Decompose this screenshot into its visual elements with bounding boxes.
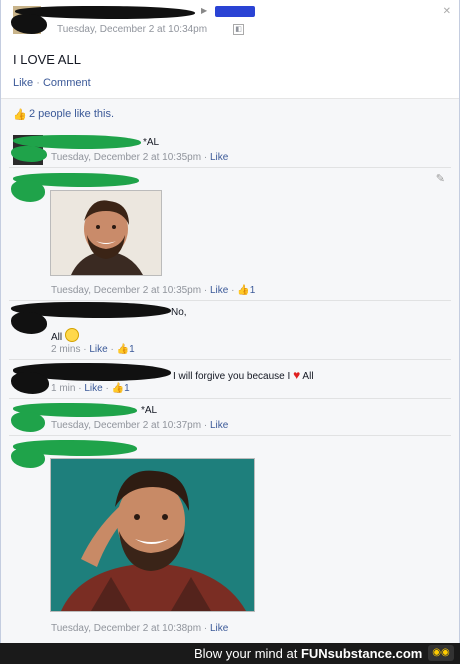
comment-meta: 1 min · Like · 👍1 — [51, 383, 130, 394]
comment-time[interactable]: Tuesday, December 2 at 10:35pm — [51, 152, 201, 163]
comment-text: *AL — [143, 137, 160, 148]
comment-text: No, — [171, 307, 187, 318]
pencil-icon[interactable]: ✎ — [436, 172, 445, 185]
comment-text: *AL — [141, 405, 158, 416]
comment-like-link[interactable]: Like — [210, 420, 228, 431]
post-text: I LOVE ALL — [13, 52, 81, 67]
separator: · — [83, 344, 87, 355]
comment-meta: Tuesday, December 2 at 10:37pm · Like — [51, 420, 228, 431]
divider — [9, 300, 451, 301]
site-logo-icon: ◉◉ — [428, 645, 454, 661]
comment-text-line2: All — [51, 328, 79, 343]
comment-meta: Tuesday, December 2 at 10:35pm · Like — [51, 152, 228, 163]
man-saluting-photo — [51, 459, 254, 611]
comment-text: I will forgive you because I ♥ All — [173, 368, 314, 382]
comment-like-link[interactable]: Like — [210, 152, 228, 163]
comment-like-link[interactable]: Like — [210, 285, 228, 296]
comment-time[interactable]: Tuesday, December 2 at 10:35pm — [51, 285, 201, 296]
likes-summary-bar: 👍 2 people like this. — [1, 98, 459, 129]
post-timestamp[interactable]: Tuesday, December 2 at 10:34pm — [57, 24, 207, 35]
comment-like-link[interactable]: Like — [89, 344, 107, 355]
comment-time[interactable]: Tuesday, December 2 at 10:38pm — [51, 623, 201, 634]
post-card: ▶ ✕ Tuesday, December 2 at 10:34pm ◧ I L… — [0, 0, 460, 644]
separator: · — [110, 344, 114, 355]
watermark-text[interactable]: Blow your mind at FUNsubstance.com — [194, 646, 422, 661]
thumbs-up-icon: 👍 — [237, 285, 250, 296]
separator: · — [231, 285, 235, 296]
comment-link[interactable]: Comment — [43, 77, 91, 89]
divider — [9, 435, 451, 436]
separator: · — [203, 420, 208, 431]
separator: · — [203, 152, 208, 163]
comment-time[interactable]: Tuesday, December 2 at 10:37pm — [51, 420, 201, 431]
smile-emoji-icon — [64, 328, 79, 342]
redacted-target — [215, 6, 255, 17]
separator: · — [105, 383, 109, 394]
comment-time[interactable]: 2 mins — [51, 344, 80, 355]
thumbs-up-icon: 👍 — [116, 344, 130, 355]
divider — [9, 167, 451, 168]
comment-like-link[interactable]: Like — [210, 623, 228, 634]
comment-meta: Tuesday, December 2 at 10:35pm · Like · … — [51, 285, 255, 296]
comment-meta: Tuesday, December 2 at 10:38pm · Like — [51, 623, 228, 634]
likes-summary[interactable]: 2 people like this. — [29, 108, 114, 120]
divider — [9, 398, 451, 399]
separator: · — [203, 623, 208, 634]
arrow-icon: ▶ — [201, 6, 208, 15]
comment-like-count[interactable]: 1 — [129, 344, 135, 355]
thumbs-up-icon: 👍 — [13, 109, 27, 121]
thumbs-up-icon: 👍 — [111, 383, 125, 394]
comment-like-link[interactable]: Like — [84, 383, 102, 394]
comment-image[interactable] — [50, 190, 162, 276]
heart-icon: ♥ — [293, 368, 301, 382]
post-actions: Like · Comment — [13, 77, 91, 89]
separator: · — [203, 285, 208, 296]
divider — [9, 359, 451, 360]
comment-like-count[interactable]: 1 — [124, 383, 130, 394]
comment-time[interactable]: 1 min — [51, 383, 75, 394]
watermark-banner: Blow your mind at FUNsubstance.com ◉◉ — [0, 643, 460, 664]
comment-image[interactable] — [50, 458, 255, 612]
separator: · — [78, 383, 82, 394]
comment-meta: 2 mins · Like · 👍1 — [51, 344, 135, 355]
separator: · — [36, 77, 40, 89]
dropdown-icon[interactable]: ✕ — [443, 6, 451, 17]
like-link[interactable]: Like — [13, 77, 33, 89]
comment-like-count[interactable]: 1 — [250, 285, 256, 296]
man-photo — [51, 191, 161, 275]
privacy-icon[interactable]: ◧ — [233, 24, 244, 35]
